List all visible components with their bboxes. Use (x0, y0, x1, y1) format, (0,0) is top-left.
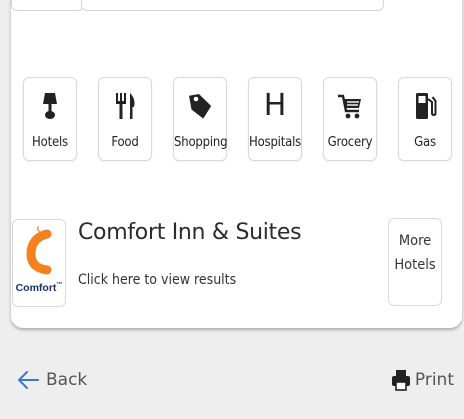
tag-icon (174, 86, 226, 126)
more-hotels-button[interactable]: More Hotels (388, 218, 442, 306)
logo-trademark: ™ (56, 282, 63, 288)
back-label: Back (46, 370, 88, 390)
back-button[interactable]: Back (16, 369, 87, 391)
arrow-left-icon (18, 371, 39, 389)
comfort-logo[interactable]: Comfort™ (12, 219, 66, 307)
top-button-left[interactable] (11, 0, 84, 11)
hotel-name[interactable]: Comfort Inn & Suites (78, 220, 302, 245)
category-label: Shopping (174, 135, 228, 150)
comfort-logo-icon (26, 226, 52, 275)
more-hotels-label-line2: Hotels (394, 257, 436, 273)
lamp-icon (24, 86, 76, 126)
category-label: Hotels (32, 135, 68, 150)
category-grocery[interactable]: Grocery (323, 77, 377, 161)
top-button-right[interactable] (81, 0, 384, 11)
category-label: Hospitals (249, 135, 302, 150)
view-results-link[interactable]: Click here to view results (78, 272, 236, 288)
category-food[interactable]: Food (98, 77, 152, 161)
category-hospitals[interactable]: H Hospitals (248, 77, 302, 161)
category-label: Grocery (327, 135, 373, 150)
fork-knife-icon (99, 86, 151, 126)
print-button[interactable]: Print (391, 369, 454, 391)
category-shopping[interactable]: Shopping (173, 77, 228, 161)
logo-wordmark: Comfort™ (13, 282, 65, 294)
logo-text: Comfort (15, 282, 57, 294)
hospital-h-glyph: H (263, 88, 287, 123)
category-label: Gas (414, 135, 436, 150)
printer-icon (391, 370, 410, 391)
shopping-cart-icon (324, 86, 376, 126)
category-hotels[interactable]: Hotels (23, 77, 77, 161)
category-label: Food (111, 135, 139, 150)
print-label: Print (414, 370, 454, 390)
category-gas[interactable]: Gas (398, 77, 452, 161)
hospital-h-icon: H (249, 86, 301, 126)
more-hotels-label-line1: More (398, 233, 432, 249)
gas-pump-icon (399, 86, 451, 126)
